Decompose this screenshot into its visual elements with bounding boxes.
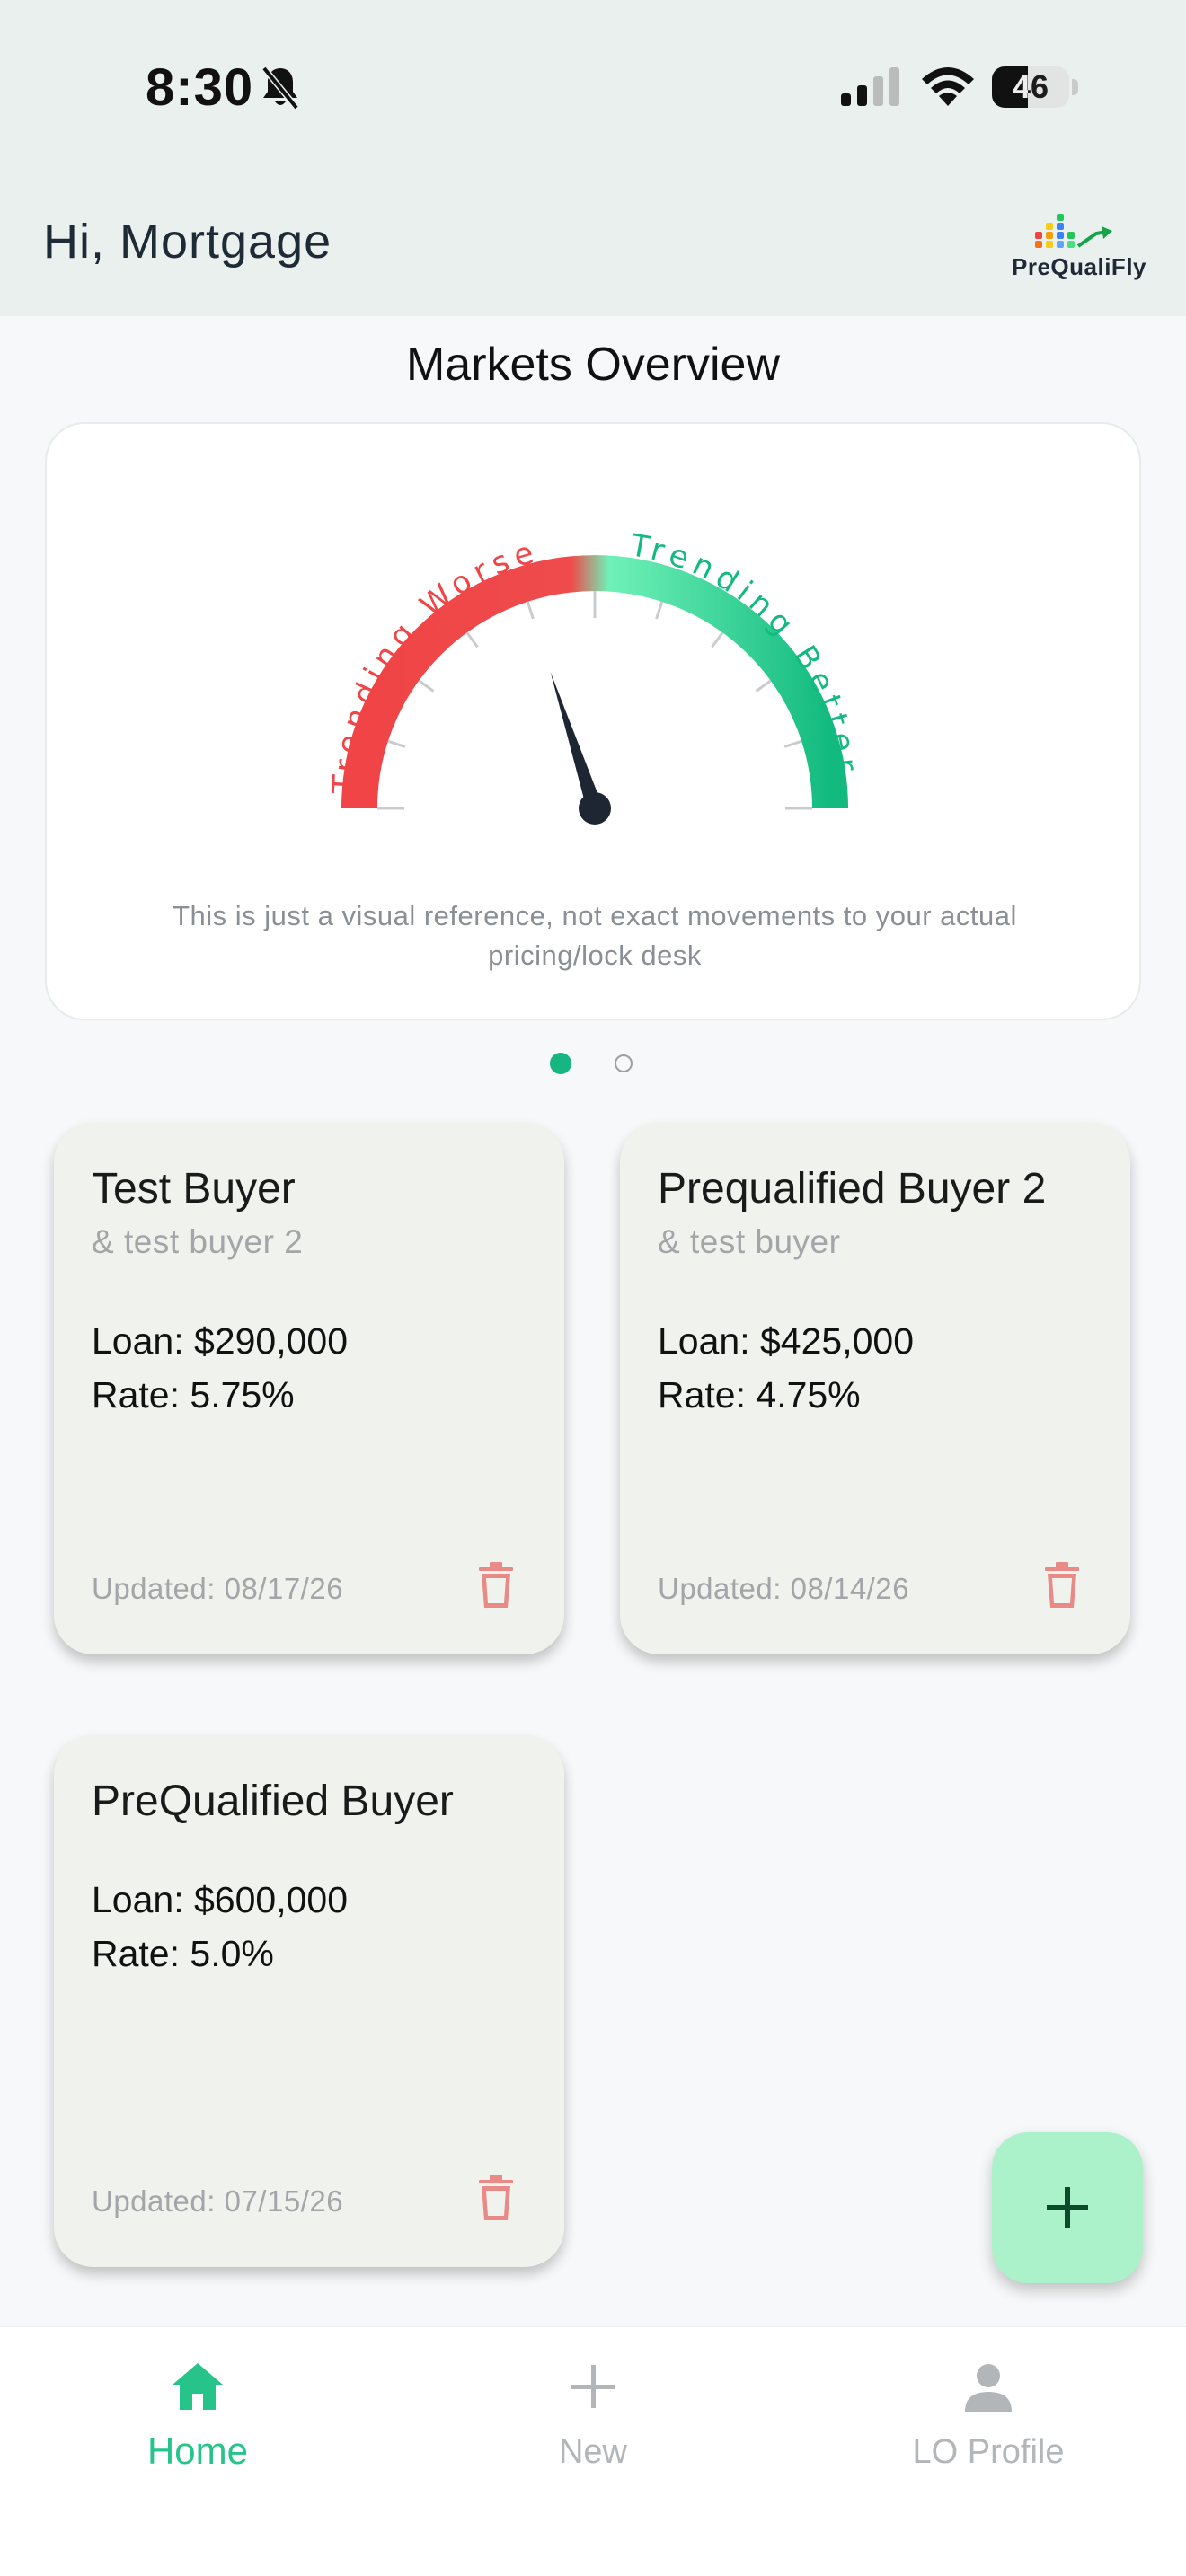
gauge-tick — [526, 601, 535, 620]
nav-profile-label: LO Profile — [912, 2433, 1065, 2471]
gauge-tick — [418, 679, 435, 693]
co-buyer-name: & test buyer — [658, 1223, 841, 1260]
add-buyer-fab[interactable] — [992, 2132, 1143, 2283]
header-area: 8:30 46 Hi, Mortgage PreQualiFly — [0, 0, 1186, 316]
gauge-disclaimer: This is just a visual reference, not exa… — [173, 900, 1017, 971]
updated-date: Updated: 08/14/26 — [658, 1572, 910, 1605]
greeting-text: Hi, Mortgage — [43, 215, 332, 269]
nav-profile-tab[interactable]: LO Profile — [854, 2352, 1123, 2487]
nav-home-tab[interactable]: Home — [63, 2352, 332, 2487]
battery-cap — [1072, 79, 1078, 95]
loan-amount: Loan: $600,000 — [92, 1879, 348, 1920]
buyer-name: Test Buyer — [92, 1165, 296, 1213]
gauge-tick — [755, 679, 772, 693]
bell-muted-icon — [261, 66, 299, 110]
trending-better-label: Trending Better — [626, 527, 864, 779]
nav-new-label: New — [558, 2433, 628, 2471]
market-gauge-card[interactable]: Trending Worse Trending Better This is j… — [45, 422, 1141, 1020]
co-buyer-name: & test buyer 2 — [92, 1223, 304, 1260]
nav-new-tab[interactable]: New — [458, 2352, 728, 2487]
gauge-tick — [387, 739, 406, 748]
buyer-name: PreQualified Buyer — [92, 1778, 454, 1825]
buyer-name: Prequalified Buyer 2 — [658, 1165, 1047, 1213]
gauge-tick — [783, 739, 802, 748]
delete-trash-icon[interactable] — [1042, 1561, 1082, 1610]
status-bar: 8:30 46 — [0, 0, 1186, 171]
battery-indicator: 46 — [992, 66, 1069, 108]
logo-wordmark: PreQualiFly — [1012, 253, 1146, 280]
gauge-tick — [465, 631, 479, 648]
updated-date: Updated: 07/15/26 — [92, 2184, 344, 2218]
interest-rate: Rate: 5.0% — [92, 1933, 274, 1974]
markets-overview-title: Markets Overview — [405, 339, 781, 391]
carousel-page-dots — [548, 1053, 647, 1076]
interest-rate: Rate: 5.75% — [92, 1374, 295, 1416]
user-profile-icon — [965, 2364, 1012, 2412]
delete-trash-icon[interactable] — [476, 2174, 516, 2222]
interest-rate: Rate: 4.75% — [658, 1374, 861, 1416]
page-dot-inactive[interactable] — [615, 1054, 633, 1072]
nav-home-label: Home — [146, 2430, 249, 2472]
market-trend-gauge: Trending Worse Trending Better — [326, 527, 864, 825]
trending-worse-label: Trending Worse — [326, 534, 544, 796]
gauge-tick — [711, 631, 724, 648]
page-dot-active[interactable] — [550, 1053, 571, 1074]
plus-icon — [1047, 2187, 1088, 2228]
home-icon — [173, 2363, 223, 2410]
delete-trash-icon[interactable] — [476, 1561, 516, 1610]
plus-icon — [571, 2365, 615, 2408]
bottom-navigation: Home New LO Profile — [0, 2326, 1186, 2576]
buyer-card[interactable]: PreQualified Buyer Loan: $600,000 Rate: … — [54, 1735, 564, 2267]
gauge-needle — [550, 671, 611, 825]
gauge-tick — [655, 601, 664, 620]
status-time: 8:30 — [146, 58, 254, 117]
buyer-card[interactable]: Prequalified Buyer 2 & test buyer Loan: … — [620, 1123, 1130, 1654]
prequalifly-logo — [1035, 214, 1112, 248]
loan-amount: Loan: $290,000 — [92, 1320, 348, 1362]
battery-level-text: 46 — [1012, 68, 1049, 105]
gauge-needle-pointer — [550, 671, 603, 811]
loan-amount: Loan: $425,000 — [658, 1320, 914, 1362]
gauge-needle-hub — [579, 792, 611, 825]
buyer-card[interactable]: Test Buyer & test buyer 2 Loan: $290,000… — [54, 1123, 564, 1654]
updated-date: Updated: 08/17/26 — [92, 1572, 344, 1605]
wifi-icon — [922, 67, 974, 106]
cellular-signal-icon — [841, 67, 899, 106]
